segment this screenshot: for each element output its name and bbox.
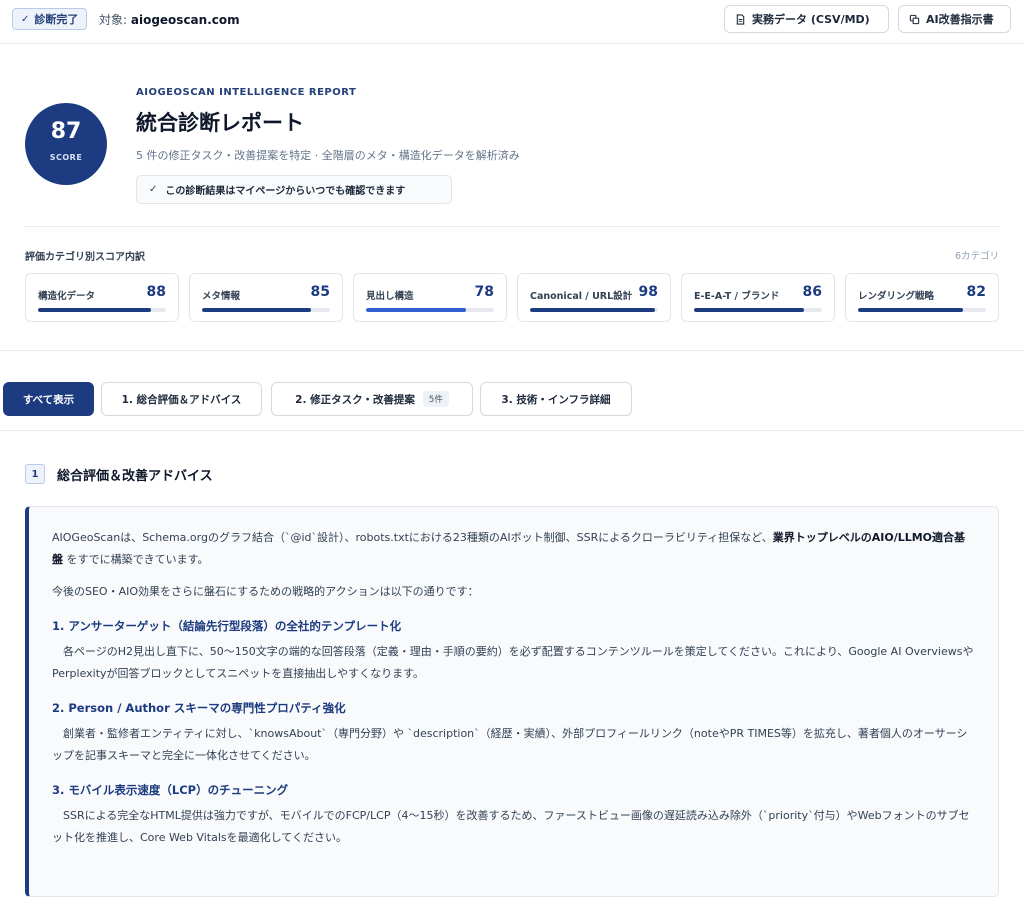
export-csv-button[interactable]: 実務データ (CSV/MD): [724, 5, 889, 33]
tab-overview-advice[interactable]: 1. 総合評価＆アドバイス: [101, 382, 262, 416]
advice-item-heading: 2. Person / Author スキーマの専門性プロパティ強化: [52, 701, 346, 715]
status-badge-label: 診断完了: [34, 13, 79, 26]
advice-item-body: SSRによる完全なHTML提供は強力ですが、モバイルでのFCP/LCP（4〜15…: [52, 809, 970, 844]
category-card: メタ情報 85: [189, 273, 343, 322]
tab-fix-tasks[interactable]: 2. 修正タスク・改善提案 5件: [271, 382, 473, 416]
category-score: 85: [310, 284, 330, 300]
category-progress-track: [694, 308, 822, 312]
overall-score-circle: 87 SCORE: [25, 103, 107, 185]
target-domain: aiogeoscan.com: [130, 13, 240, 27]
advice-intro: AIOGeoScanは、Schema.orgのグラフ結合（`@id`設計）、ro…: [52, 527, 976, 571]
section-number-badge: 1: [25, 464, 45, 484]
category-card: Canonical / URL設計 98: [517, 273, 671, 322]
category-score-cards: 構造化データ 88 メタ情報 85 見出し構造 78 Canonical / URL設計 98…: [25, 273, 999, 322]
advice-panel: AIOGeoScanは、Schema.orgのグラフ結合（`@id`設計）、ro…: [25, 506, 999, 897]
category-name: E-E-A-T / ブランド: [694, 291, 780, 302]
advice-lead: 今後のSEO・AIO効果をさらに盤石にするための戦略的アクションは以下の通りです…: [52, 585, 479, 598]
target-info: 対象: aiogeoscan.com: [99, 11, 240, 28]
advice-item-body: 創業者・監修者エンティティに対し、`knowsAbout`（専門分野）や `de…: [52, 727, 968, 762]
category-progress-fill: [858, 308, 963, 312]
category-progress-fill: [366, 308, 466, 312]
check-icon: ✓: [21, 13, 30, 25]
target-label: 対象:: [99, 13, 128, 27]
copy-icon: [909, 14, 920, 24]
overall-score-value: 87: [50, 119, 82, 144]
category-progress-track: [202, 308, 330, 312]
ai-instructions-label: AI改善指示書: [926, 13, 994, 26]
category-progress-fill: [38, 308, 151, 312]
category-score: 78: [474, 284, 494, 300]
category-count: 6カテゴリ: [954, 251, 999, 262]
advice-intro-end: をすでに構築できています。: [63, 553, 209, 566]
section-title: 総合評価＆改善アドバイス: [57, 469, 213, 484]
tab-all-label: すべて表示: [22, 393, 75, 406]
category-score: 98: [638, 284, 658, 300]
category-name: Canonical / URL設計: [530, 291, 633, 302]
category-score: 88: [146, 284, 166, 300]
category-card: レンダリング戦略 82: [845, 273, 999, 322]
saved-note-text: この診断結果はマイページからいつでも確認できます: [165, 186, 406, 197]
category-breakdown-title: 評価カテゴリ別スコア内訳: [25, 252, 145, 263]
category-name: メタ情報: [202, 291, 241, 302]
saved-note: ✓ この診断結果はマイページからいつでも確認できます: [136, 175, 452, 204]
divider: [0, 430, 1024, 431]
category-card: 構造化データ 88: [25, 273, 179, 322]
category-progress-track: [366, 308, 494, 312]
category-name: 構造化データ: [38, 291, 96, 302]
check-icon: ✓: [149, 184, 158, 195]
export-csv-label: 実務データ (CSV/MD): [752, 13, 870, 26]
advice-item-heading: 1. アンサーターゲット（結論先行型段落）の全社的テンプレート化: [52, 619, 402, 633]
category-score: 86: [802, 284, 822, 300]
tab-overview-advice-label: 1. 総合評価＆アドバイス: [121, 393, 242, 406]
category-progress-fill: [202, 308, 311, 312]
status-badge: ✓ 診断完了: [12, 8, 88, 30]
report-subtitle: 5 件の修正タスク・改善提案を特定 · 全階層のメタ・構造化データを解析済み: [136, 149, 520, 162]
category-score: 82: [966, 284, 986, 300]
tab-tech-infra[interactable]: 3. 技術・インフラ詳細: [480, 382, 632, 416]
page-title: 統合診断レポート: [136, 111, 304, 135]
tab-fix-tasks-count-badge: 5件: [422, 391, 449, 407]
ai-instructions-button[interactable]: AI改善指示書: [898, 5, 1011, 33]
tab-all[interactable]: すべて表示: [3, 382, 94, 416]
top-bar: ✓ 診断完了 対象: aiogeoscan.com 実務データ (CSV/MD)…: [0, 0, 1024, 44]
document-icon: [736, 13, 745, 25]
category-name: レンダリング戦略: [858, 291, 935, 302]
category-name: 見出し構造: [366, 291, 414, 302]
advice-intro-text: AIOGeoScanは、Schema.orgのグラフ結合（`@id`設計）、ro…: [52, 531, 773, 544]
tab-fix-tasks-label: 2. 修正タスク・改善提案: [295, 393, 415, 406]
advice-item-body: 各ページのH2見出し直下に、50〜150文字の端的な回答段落（定義・理由・手順の…: [52, 645, 974, 680]
divider: [25, 226, 999, 227]
advice-item-heading: 3. モバイル表示速度（LCP）のチューニング: [52, 783, 289, 797]
divider: [0, 350, 1024, 351]
tab-tech-infra-label: 3. 技術・インフラ詳細: [501, 393, 611, 406]
overall-score-label: SCORE: [49, 153, 83, 162]
report-eyebrow: AIOGEOSCAN INTELLIGENCE REPORT: [136, 87, 357, 98]
category-progress-track: [530, 308, 658, 312]
category-progress-track: [858, 308, 986, 312]
category-progress-fill: [694, 308, 805, 312]
category-progress-track: [38, 308, 166, 312]
category-progress-fill: [530, 308, 656, 312]
category-card: 見出し構造 78: [353, 273, 507, 322]
category-card: E-E-A-T / ブランド 86: [681, 273, 835, 322]
